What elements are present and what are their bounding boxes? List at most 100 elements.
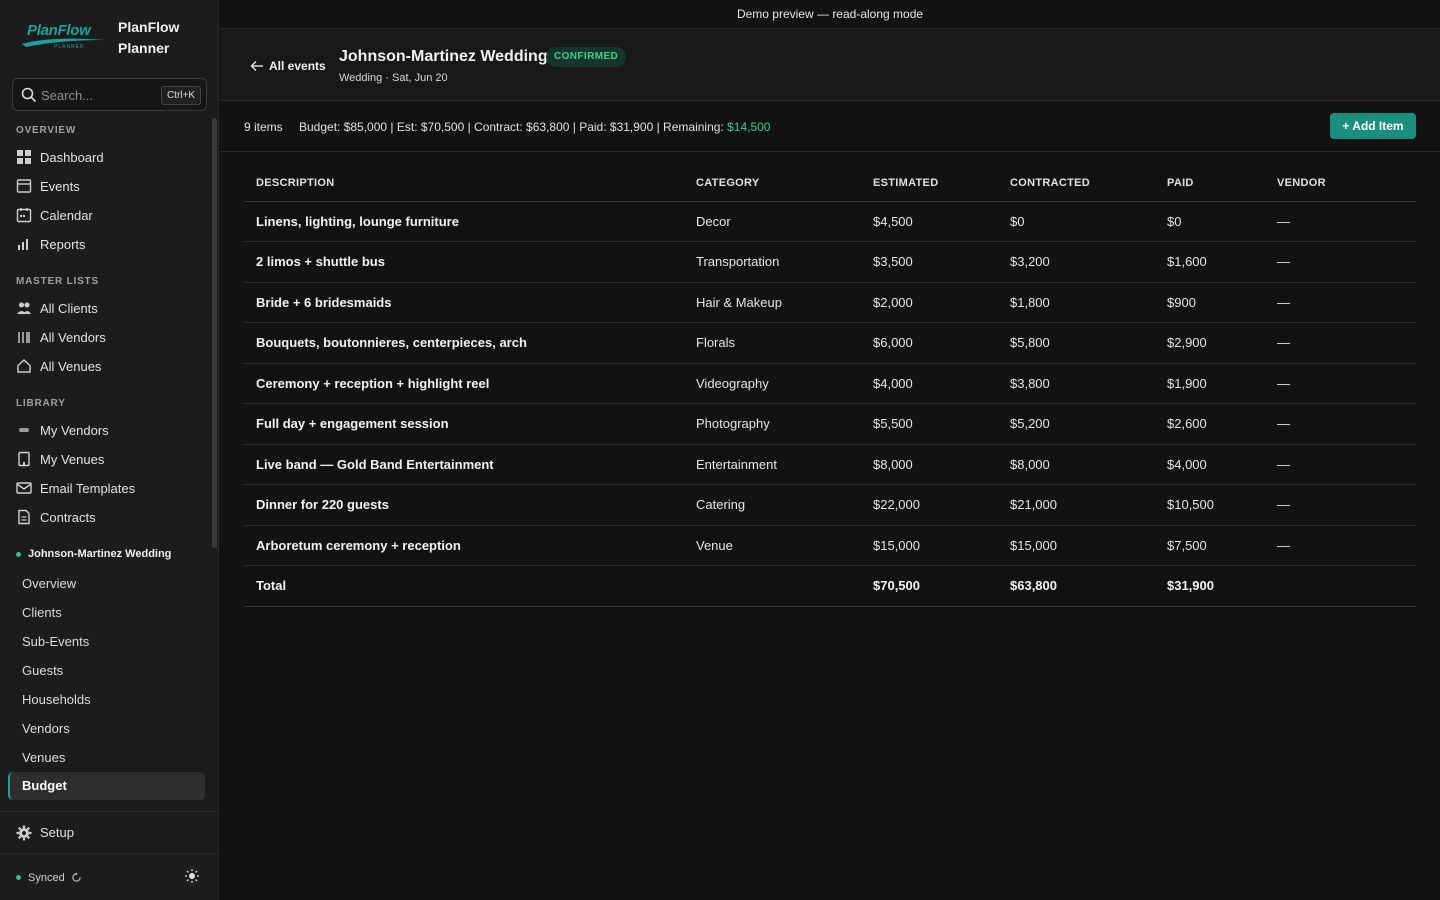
cell-category: Transportation <box>684 241 861 283</box>
cell-vendor: — <box>1265 282 1416 323</box>
sidebar-item-all-clients[interactable]: All Clients <box>16 296 98 320</box>
sidebar-item-email-templates[interactable]: Email Templates <box>16 476 135 500</box>
table-row[interactable]: Full day + engagement session Photograph… <box>244 403 1416 445</box>
cell-estimated: $22,000 <box>861 484 998 526</box>
table-row[interactable]: Bride + 6 bridesmaids Hair & Makeup $2,0… <box>244 282 1416 323</box>
back-to-events-link[interactable]: All events <box>250 59 326 73</box>
event-nav-overview[interactable]: Overview <box>22 576 76 591</box>
cell-description: 2 limos + shuttle bus <box>244 241 684 283</box>
sidebar-item-my-vendors[interactable]: My Vendors <box>16 418 109 442</box>
column-header-estimated[interactable]: ESTIMATED <box>861 166 998 202</box>
sync-status: Synced <box>28 871 65 884</box>
event-nav-sub-events[interactable]: Sub-Events <box>22 634 89 649</box>
section-master-lists: MASTER LISTS <box>16 276 99 287</box>
sidebar-item-calendar[interactable]: Calendar <box>16 203 93 227</box>
cell-category: Decor <box>684 201 861 242</box>
column-header-vendor[interactable]: VENDOR <box>1265 166 1416 202</box>
total-category-empty <box>684 565 861 607</box>
sidebar-item-label: Calendar <box>40 207 93 223</box>
cell-estimated: $4,000 <box>861 363 998 404</box>
section-overview: OVERVIEW <box>16 125 77 136</box>
event-nav-venues[interactable]: Venues <box>22 750 65 765</box>
sidebar-item-events[interactable]: Events <box>16 174 80 198</box>
table-row[interactable]: 2 limos + shuttle bus Transportation $3,… <box>244 241 1416 283</box>
search-input[interactable] <box>41 86 161 104</box>
cell-vendor: — <box>1265 201 1416 242</box>
demo-banner: Demo preview — read-along mode <box>220 0 1440 29</box>
event-nav-households[interactable]: Households <box>22 692 91 707</box>
sidebar-item-reports[interactable]: Reports <box>16 232 86 256</box>
event-subtitle: Wedding · Sat, Jun 20 <box>339 72 448 84</box>
table-row[interactable]: Bouquets, boutonnieres, centerpieces, ar… <box>244 322 1416 364</box>
users-icon <box>16 300 32 316</box>
cell-estimated: $15,000 <box>861 525 998 566</box>
table-row[interactable]: Dinner for 220 guests Catering $22,000 $… <box>244 484 1416 526</box>
cell-paid: $4,000 <box>1155 444 1265 485</box>
page-title: Johnson-Martinez Wedding <box>339 48 548 65</box>
cell-description: Bouquets, boutonnieres, centerpieces, ar… <box>244 322 684 364</box>
add-item-button[interactable]: + Add Item <box>1330 113 1416 139</box>
column-header-category[interactable]: CATEGORY <box>684 166 861 202</box>
sidebar-item-contracts[interactable]: Contracts <box>16 505 96 529</box>
sidebar-footer: Synced <box>0 855 219 900</box>
sidebar-item-all-venues[interactable]: All Venues <box>16 354 101 378</box>
budget-table: DESCRIPTION CATEGORY ESTIMATED CONTRACTE… <box>244 166 1416 607</box>
total-paid: $31,900 <box>1155 565 1265 607</box>
table-row[interactable]: Arboretum ceremony + reception Venue $15… <box>244 525 1416 566</box>
total-label: Total <box>244 565 684 607</box>
gear-icon <box>16 825 32 841</box>
cell-contracted: $1,800 <box>998 282 1155 323</box>
setup-button[interactable]: Setup <box>0 811 219 854</box>
search-box[interactable]: Ctrl+K <box>12 78 207 111</box>
column-header-paid[interactable]: PAID <box>1155 166 1265 202</box>
sidebar-scrollbar[interactable] <box>212 118 217 548</box>
cell-contracted: $5,200 <box>998 403 1155 445</box>
cell-description: Dinner for 220 guests <box>244 484 684 526</box>
event-nav-guests[interactable]: Guests <box>22 663 63 678</box>
cell-vendor: — <box>1265 525 1416 566</box>
vendors-icon <box>16 329 32 345</box>
budget-summary: Budget: $85,000 | Est: $70,500 | Contrac… <box>299 120 770 134</box>
arrow-left-icon <box>250 60 264 72</box>
sun-icon[interactable] <box>185 869 199 883</box>
document-icon <box>16 509 32 525</box>
sidebar: PlanFlow PLANNER PlanFlow Planner Ctrl+K… <box>0 0 219 900</box>
event-nav-clients[interactable]: Clients <box>22 605 62 620</box>
sidebar-item-label: Contracts <box>40 509 96 525</box>
back-label: All events <box>269 59 326 73</box>
sidebar-item-all-vendors[interactable]: All Vendors <box>16 325 106 349</box>
bar-chart-icon <box>16 236 32 252</box>
cell-estimated: $6,000 <box>861 322 998 364</box>
table-row[interactable]: Ceremony + reception + highlight reel Vi… <box>244 363 1416 404</box>
column-header-description[interactable]: DESCRIPTION <box>244 166 684 202</box>
cell-paid: $2,900 <box>1155 322 1265 364</box>
home-icon <box>16 358 32 374</box>
event-nav-budget[interactable]: Budget <box>8 772 205 800</box>
sidebar-nav: OVERVIEW Dashboard Events Calendar Repor… <box>0 118 212 810</box>
table-row[interactable]: Live band — Gold Band Entertainment Ente… <box>244 444 1416 485</box>
cell-contracted: $0 <box>998 201 1155 242</box>
table-total-row: Total $70,500 $63,800 $31,900 <box>244 565 1416 607</box>
event-nav-vendors[interactable]: Vendors <box>22 721 70 736</box>
sync-status-dot <box>16 875 21 880</box>
cell-vendor: — <box>1265 322 1416 364</box>
sidebar-item-label: My Venues <box>40 451 105 467</box>
table-header-row: DESCRIPTION CATEGORY ESTIMATED CONTRACTE… <box>244 166 1416 202</box>
column-header-contracted[interactable]: CONTRACTED <box>998 166 1155 202</box>
event-nav-budget-label: Budget <box>22 778 67 793</box>
refresh-icon[interactable] <box>71 872 82 883</box>
cell-contracted: $3,200 <box>998 241 1155 283</box>
table-row[interactable]: Linens, lighting, lounge furniture Decor… <box>244 201 1416 242</box>
sidebar-item-dashboard[interactable]: Dashboard <box>16 145 104 169</box>
sidebar-item-label: All Vendors <box>40 329 106 345</box>
total-contracted: $63,800 <box>998 565 1155 607</box>
app-logo[interactable]: PlanFlow PLANNER <box>20 20 106 52</box>
event-status-dot <box>16 551 21 557</box>
logo-subtext: PLANNER <box>54 44 85 50</box>
sidebar-item-my-venues[interactable]: My Venues <box>16 447 104 471</box>
cell-description: Ceremony + reception + highlight reel <box>244 363 684 404</box>
current-event-title[interactable]: Johnson-Martinez Wedding <box>16 548 171 560</box>
cell-estimated: $2,000 <box>861 282 998 323</box>
cell-category: Venue <box>684 525 861 566</box>
sidebar-item-label: My Vendors <box>40 422 109 438</box>
